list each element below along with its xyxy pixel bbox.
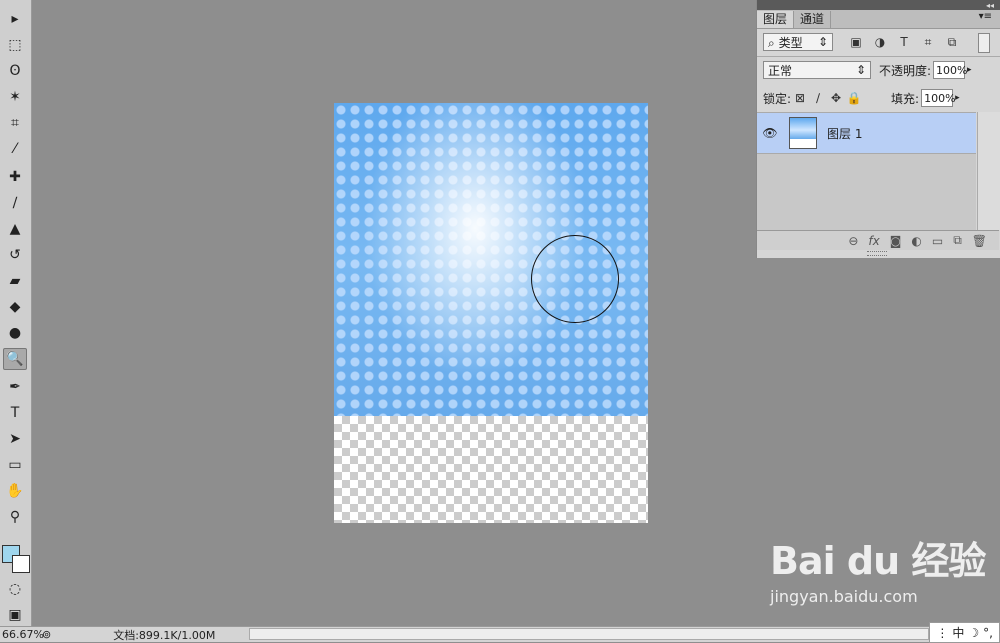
magic-wand-tool-icon[interactable]: ✶ xyxy=(3,86,27,108)
layers-panel-footer: ⊖ fx ◙ ◐ ▭ ⧉ 🗑 xyxy=(757,230,999,250)
new-layer-icon[interactable]: ⧉ xyxy=(953,233,962,248)
adjustment-filter-icon[interactable]: ◑ xyxy=(871,33,889,51)
fill-dropdown-icon[interactable]: ▸ xyxy=(955,93,960,103)
shape-filter-icon[interactable]: ⌗ xyxy=(919,33,937,51)
kind-filter-label: 类型 xyxy=(778,35,803,50)
lock-label: 锁定: xyxy=(763,91,792,106)
zoom-tool-icon[interactable]: ⚲ xyxy=(3,506,27,528)
folder-icon[interactable]: ▭ xyxy=(932,234,943,248)
blend-mode-select[interactable]: 正常 ⇕ xyxy=(763,61,871,79)
history-brush-tool-icon[interactable]: ↺ xyxy=(3,244,27,266)
clone-stamp-tool-icon[interactable]: ▲ xyxy=(3,218,27,240)
moon-icon[interactable]: ☽ xyxy=(968,626,979,640)
brush-cursor xyxy=(531,235,619,323)
hand-tool-icon[interactable]: ✋ xyxy=(3,480,27,502)
screen-mode-icon[interactable]: ▣ xyxy=(3,604,27,626)
panel-menu-icon[interactable]: ▾≡ xyxy=(979,11,992,22)
layers-panel: ◂◂ 图层 通道 ▾≡ ⌕ 类型 ⇕ ▣ ◑ T ⌗ ⧉ 正常 ⇕ 不透明度: … xyxy=(756,0,1000,258)
tab-layers[interactable]: 图层 xyxy=(757,11,795,28)
brush-tool-icon[interactable]: ∕ xyxy=(3,192,27,214)
horizontal-scrollbar[interactable] xyxy=(249,628,929,640)
rectangle-tool-icon[interactable]: ▭ xyxy=(3,454,27,476)
tools-panel: ▸ ⬚ ʘ ✶ ⌗ ⁄ ✚ ∕ ▲ ↺ ▰ ◆ ● 🔍 ✒ T ➤ ▭ ✋ ⚲ ◌ ▣ xyxy=(0,0,32,641)
ime-toolbar[interactable]: ⋮ 中 ☽ °, xyxy=(929,622,1000,643)
paint-bucket-tool-icon[interactable]: ◆ xyxy=(3,296,27,318)
resize-grip[interactable] xyxy=(867,251,887,256)
move-tool-icon[interactable]: ▸ xyxy=(3,8,27,30)
fill-input[interactable]: 100% xyxy=(921,89,956,107)
type-filter-icon[interactable]: T xyxy=(895,33,913,51)
pen-tool-icon[interactable]: ✒ xyxy=(3,376,27,398)
tab-channels[interactable]: 通道 xyxy=(794,11,832,28)
zoom-level[interactable]: 66.67% xyxy=(0,628,44,641)
path-selection-tool-icon[interactable]: ➤ xyxy=(3,428,27,450)
document-size: 文档:899.1K/1.00M xyxy=(113,628,216,642)
opacity-input[interactable]: 100% xyxy=(933,61,968,79)
healing-brush-tool-icon[interactable]: ✚ xyxy=(3,166,27,188)
type-tool-icon[interactable]: T xyxy=(3,402,27,424)
quick-mask-icon[interactable]: ◌ xyxy=(3,578,27,600)
opacity-label: 不透明度: xyxy=(879,63,932,78)
stepper-icon: ⇕ xyxy=(817,35,828,49)
trash-icon[interactable]: 🗑 xyxy=(972,234,987,248)
blur-tool-icon[interactable]: ● xyxy=(3,322,27,344)
fx-icon[interactable]: fx xyxy=(868,234,879,248)
watermark-logo: Bai du 经验 xyxy=(770,539,986,583)
adjustment-icon[interactable]: ◐ xyxy=(911,234,921,248)
panel-tabs: 图层 通道 ▾≡ xyxy=(757,10,1000,29)
pixel-filter-icon[interactable]: ▣ xyxy=(847,33,865,51)
background-color-swatch[interactable] xyxy=(12,555,30,573)
fill-label: 填充: xyxy=(891,91,920,106)
panel-collapse-bar[interactable]: ◂◂ xyxy=(757,0,1000,10)
mask-icon[interactable]: ◙ xyxy=(890,234,902,248)
crop-tool-icon[interactable]: ⌗ xyxy=(3,112,27,134)
smart-object-filter-icon[interactable]: ⧉ xyxy=(943,33,961,51)
lock-position-icon[interactable]: ✥ xyxy=(827,89,845,107)
kind-filter-select[interactable]: ⌕ 类型 ⇕ xyxy=(763,33,833,51)
punctuation-icon[interactable]: °, xyxy=(983,626,993,640)
baidu-watermark: Bai du 经验 jingyan.baidu.com xyxy=(770,530,986,606)
layer-row[interactable]: 👁 图层 1 xyxy=(757,112,976,154)
filter-toggle[interactable] xyxy=(978,33,990,53)
lock-image-icon[interactable]: ∕ xyxy=(809,89,827,107)
watermark-url: jingyan.baidu.com xyxy=(770,587,918,606)
lasso-tool-icon[interactable]: ʘ xyxy=(3,60,27,82)
stepper-icon: ⇕ xyxy=(855,63,866,77)
layers-scrollbar[interactable] xyxy=(977,112,1000,230)
status-bar: 66.67% ⊚ 文档:899.1K/1.00M ▶ xyxy=(0,626,1000,642)
visibility-eye-icon[interactable]: 👁 xyxy=(757,126,783,140)
opacity-dropdown-icon[interactable]: ▸ xyxy=(967,65,972,75)
lock-transparent-icon[interactable]: ⊠ xyxy=(791,89,809,107)
layer-name[interactable]: 图层 1 xyxy=(827,125,862,142)
eraser-tool-icon[interactable]: ▰ xyxy=(3,270,27,292)
search-icon: ⌕ xyxy=(768,35,775,50)
link-icon[interactable]: ⊖ xyxy=(848,234,858,248)
blend-mode-label: 正常 xyxy=(768,63,793,78)
ime-grip-icon: ⋮ xyxy=(936,625,949,640)
share-icon[interactable]: ⊚ xyxy=(42,628,51,641)
eyedropper-tool-icon[interactable]: ⁄ xyxy=(3,138,27,160)
transparent-area xyxy=(334,416,648,523)
layer-thumbnail xyxy=(789,117,817,149)
lock-all-icon[interactable]: 🔒 xyxy=(845,89,863,107)
dodge-tool-icon[interactable]: 🔍 xyxy=(3,348,27,370)
ime-mode[interactable]: 中 xyxy=(952,624,964,641)
marquee-tool-icon[interactable]: ⬚ xyxy=(3,34,27,56)
